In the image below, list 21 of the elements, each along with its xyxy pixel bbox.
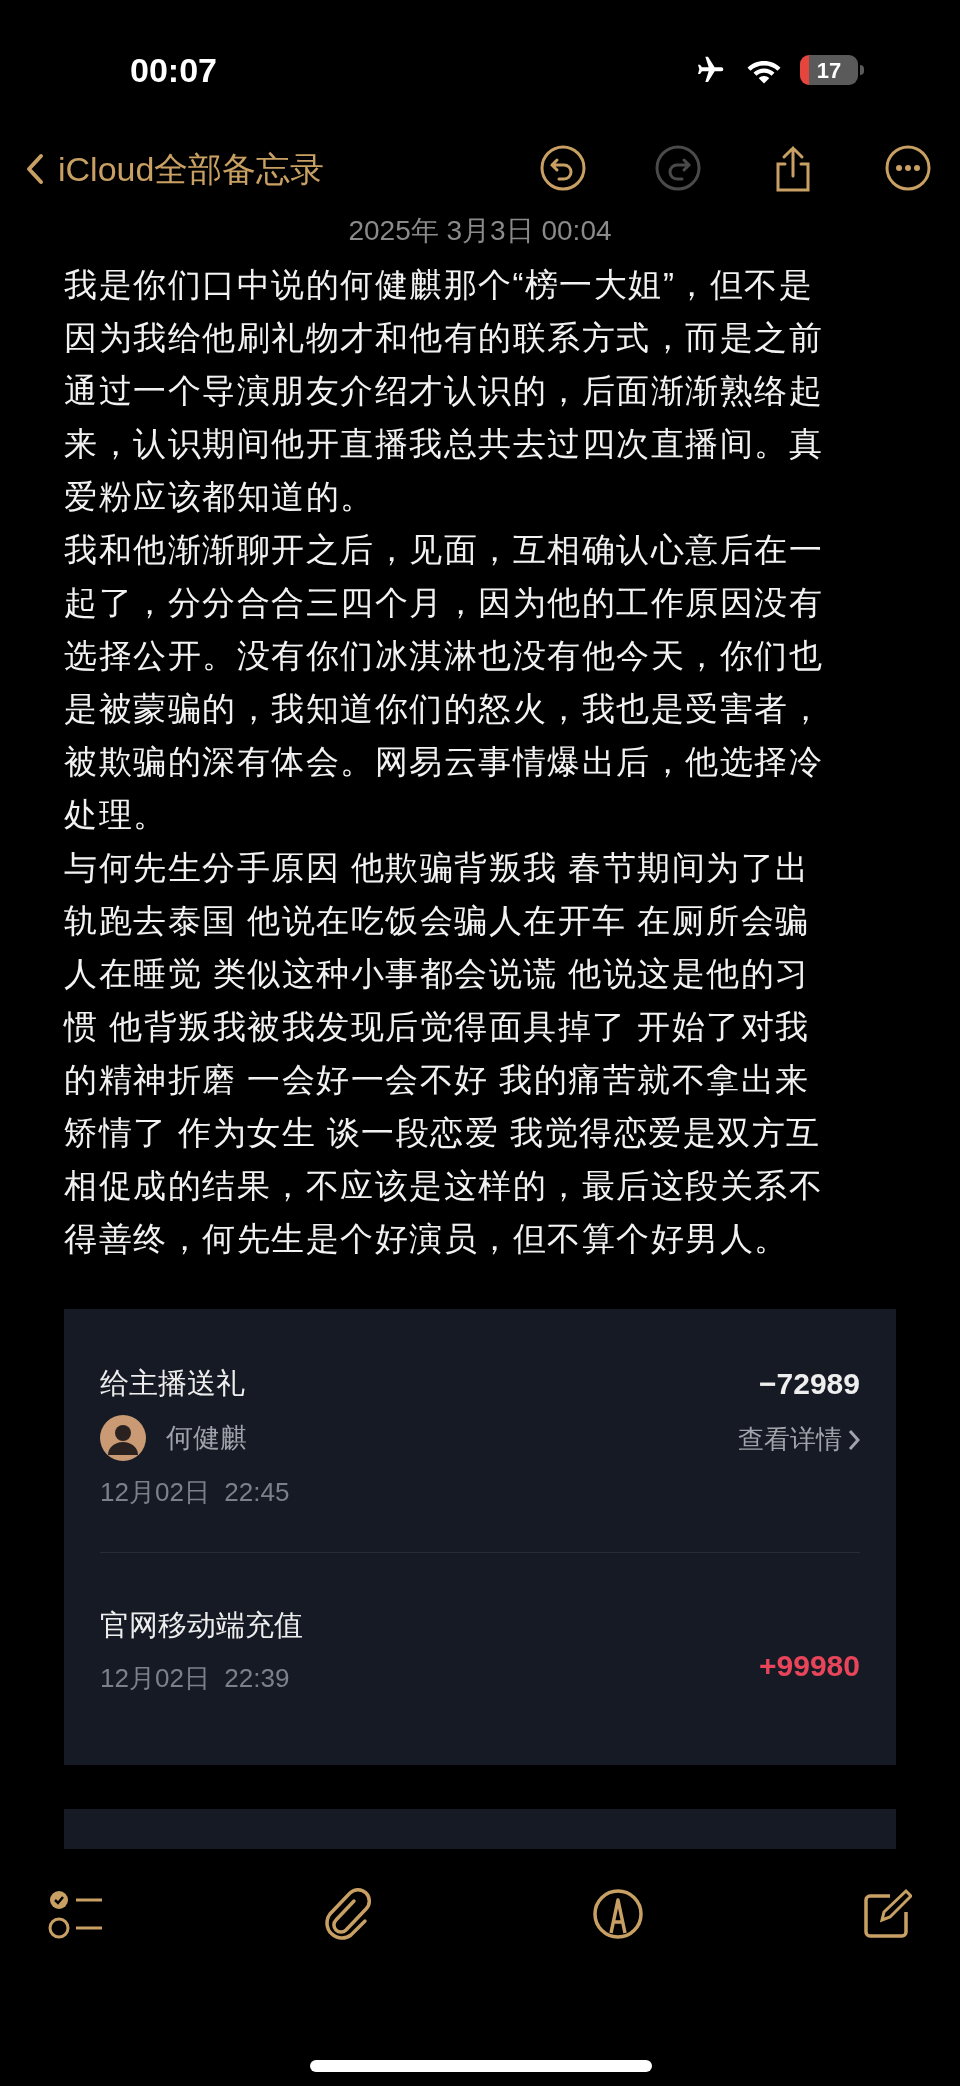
counterparty-name: 何健麒 [166,1421,247,1455]
note-paragraph: 我是你们口中说的何健麒那个“榜一大姐”，但不是因为我给他刷礼物才和他有的联系方式，而是之前通过一个导演朋友介绍才认识的，后面渐渐熟络起来，认识期间他开直播我总共去过四次直播间。真爱粉应该都知道的。 [64,265,824,517]
compose-icon[interactable] [862,1888,912,1940]
note-date: 2025年 3月3日 00:04 [347,214,613,248]
transaction-title: 官网移动端充值 [100,1608,303,1643]
avatar [100,1415,146,1461]
battery-level: 17 [815,56,843,85]
paperclip-icon[interactable] [324,1887,374,1941]
transaction-title: 给主播送礼 [100,1366,246,1401]
transaction-amount: −72989 [759,1366,860,1402]
back-link[interactable]: iCloud全部备忘录 [26,143,325,195]
back-chevron-icon [26,153,44,185]
status-time: 00:07 [130,49,217,91]
note-paragraph: 与何先生分手原因 他欺骗背叛我 春节期间为了出轨跑去泰国 他说在吃饭会骗人在开车 在厕所会骗人在睡觉 类似这种小事都会说谎 他说这是他的习惯 他背叛我被我发现后觉得面具掉了 开始了对我的精神折磨 一会好一会不好 我的痛苦就不拿出来矫情了 作为女生 谈一段恋爱 我觉得恋爱是双方互相促成的结果，不应该是这样的，最后这段关系不得善终，何先生是个好演员，但不算个好男人。 [64,848,824,1259]
note-paragraph: 我和他渐渐聊开之后，见面，互相确认心意后在一起了，分分合合三四个月，因为他的工作原因没有选择公开。没有你们冰淇淋也没有他今天，你们也是被蒙骗的，我知道你们的怒火，我也是受害者，被欺骗的深有体会。网易云事情爆出后，他选择冷处理。 [64,530,824,835]
transaction-time: 12月02日 22:45 [100,1476,290,1509]
view-details-link[interactable]: 查看详情 [738,1420,860,1459]
transaction-amount: +99980 [759,1648,860,1684]
pen-circle-icon[interactable] [592,1888,644,1940]
chevron-right-icon [848,1428,860,1451]
transaction-time: 12月02日 22:39 [100,1662,291,1695]
